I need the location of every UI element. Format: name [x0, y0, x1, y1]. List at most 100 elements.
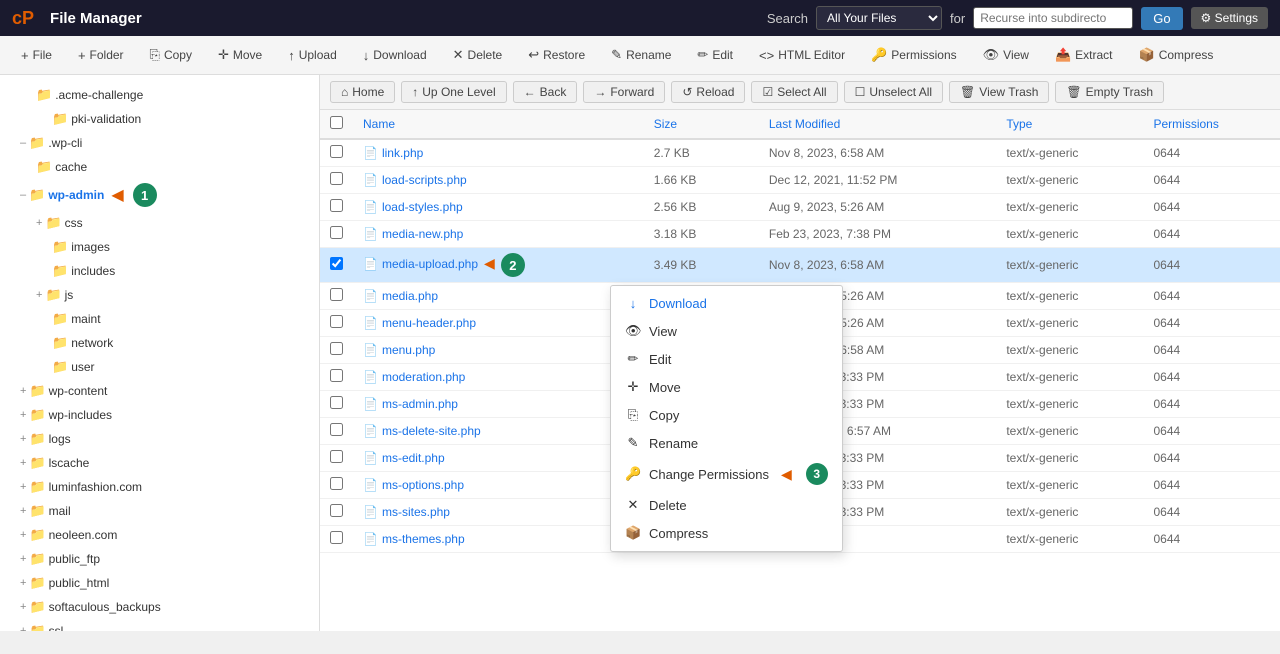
sidebar-item-wp-content[interactable]: + 📁 wp-content	[0, 379, 319, 403]
go-button[interactable]: Go	[1141, 7, 1182, 30]
row-checkbox[interactable]	[330, 172, 343, 185]
sidebar-item-css[interactable]: + 📁 css	[0, 211, 319, 235]
row-checkbox[interactable]	[330, 199, 343, 212]
sidebar-item-ssl[interactable]: + 📁 ssl	[0, 619, 319, 631]
copy-button[interactable]: ⎘Copy	[139, 42, 203, 68]
table-row[interactable]: 📄media-upload.php◀23.49 KBNov 8, 2023, 6…	[320, 248, 1280, 283]
sidebar-item-network[interactable]: 📁 network	[0, 331, 319, 355]
file-name[interactable]: ms-delete-site.php	[382, 424, 481, 438]
file-name[interactable]: menu.php	[382, 343, 435, 357]
row-checkbox[interactable]	[330, 257, 343, 270]
row-checkbox[interactable]	[330, 226, 343, 239]
sidebar-item-images[interactable]: 📁 images	[0, 235, 319, 259]
file-name[interactable]: load-styles.php	[382, 200, 463, 214]
compress-button[interactable]: 📦Compress	[1128, 42, 1225, 68]
edit-button[interactable]: ✏Edit	[686, 42, 744, 68]
reload-button[interactable]: ↺ Reload	[671, 81, 745, 103]
unselect-all-button[interactable]: ☐ Unselect All	[844, 81, 943, 103]
file-name[interactable]: menu-header.php	[382, 316, 476, 330]
cm-copy-item[interactable]: ⎘ Copy	[611, 401, 842, 429]
file-name[interactable]: link.php	[382, 146, 423, 160]
row-checkbox[interactable]	[330, 396, 343, 409]
sidebar-item-mail[interactable]: + 📁 mail	[0, 499, 319, 523]
table-row[interactable]: 📄link.php2.7 KBNov 8, 2023, 6:58 AMtext/…	[320, 139, 1280, 167]
col-perms-header[interactable]: Permissions	[1143, 110, 1280, 139]
cm-view-item[interactable]: 👁 View	[611, 317, 842, 345]
html-editor-button[interactable]: <>HTML Editor	[748, 43, 856, 68]
sidebar-item-acme-challenge[interactable]: 📁 .acme-challenge	[0, 83, 319, 107]
file-name[interactable]: ms-themes.php	[382, 532, 465, 546]
sidebar-item-public-html[interactable]: + 📁 public_html	[0, 571, 319, 595]
table-row[interactable]: 📄media-new.php3.18 KBFeb 23, 2023, 7:38 …	[320, 221, 1280, 248]
row-checkbox[interactable]	[330, 450, 343, 463]
home-button[interactable]: ⌂ Home	[330, 81, 395, 103]
view-button[interactable]: 👁View	[972, 42, 1040, 68]
row-checkbox[interactable]	[330, 288, 343, 301]
forward-button[interactable]: → Forward	[583, 81, 665, 103]
cm-change-permissions-item[interactable]: 🔑 Change Permissions ◀ 3	[611, 457, 842, 491]
back-button[interactable]: ← Back	[513, 81, 578, 103]
sidebar-item-cache[interactable]: 📁 cache	[0, 155, 319, 179]
sidebar-item-lscache[interactable]: + 📁 lscache	[0, 451, 319, 475]
sidebar-item-logs[interactable]: + 📁 logs	[0, 427, 319, 451]
new-folder-button[interactable]: +Folder	[67, 43, 135, 68]
file-name[interactable]: moderation.php	[382, 370, 465, 384]
sidebar-item-wp-cli[interactable]: – 📁 .wp-cli	[0, 131, 319, 155]
sidebar-item-neoleen[interactable]: + 📁 neoleen.com	[0, 523, 319, 547]
select-all-button[interactable]: ☑ Select All	[751, 81, 837, 103]
row-checkbox[interactable]	[330, 369, 343, 382]
row-checkbox[interactable]	[330, 145, 343, 158]
settings-button[interactable]: ⚙ Settings	[1191, 7, 1268, 29]
sidebar-item-softaculous-backups[interactable]: + 📁 softaculous_backups	[0, 595, 319, 619]
sidebar-item-luminfashion[interactable]: + 📁 luminfashion.com	[0, 475, 319, 499]
sidebar-item-js[interactable]: + 📁 js	[0, 283, 319, 307]
search-scope-select[interactable]: All Your Files Current Directory File Na…	[816, 6, 942, 30]
sidebar-item-maint[interactable]: 📁 maint	[0, 307, 319, 331]
view-trash-button[interactable]: 🗑 View Trash	[949, 81, 1049, 103]
row-checkbox[interactable]	[330, 504, 343, 517]
new-file-button[interactable]: +File	[10, 43, 63, 68]
sidebar-item-wp-includes[interactable]: + 📁 wp-includes	[0, 403, 319, 427]
cm-rename-item[interactable]: ✎ Rename	[611, 429, 842, 457]
sidebar-item-wp-admin[interactable]: – 📁 wp-admin ◀ 1	[0, 179, 319, 211]
table-row[interactable]: 📄load-scripts.php1.66 KBDec 12, 2021, 11…	[320, 167, 1280, 194]
move-button[interactable]: ✛Move	[207, 42, 273, 68]
cm-compress-item[interactable]: 📦 Compress	[611, 519, 842, 547]
rename-button[interactable]: ✎Rename	[600, 42, 682, 68]
cm-delete-item[interactable]: ✕ Delete	[611, 491, 842, 519]
cm-edit-item[interactable]: ✏ Edit	[611, 345, 842, 373]
col-modified-header[interactable]: Last Modified	[759, 110, 996, 139]
cm-download-item[interactable]: ↓ Download	[611, 290, 842, 317]
sidebar-item-public-ftp[interactable]: + 📁 public_ftp	[0, 547, 319, 571]
col-name-header[interactable]: Name	[353, 110, 644, 139]
permissions-button[interactable]: 🔑Permissions	[860, 42, 968, 68]
extract-button[interactable]: 📤Extract	[1044, 42, 1124, 68]
file-name[interactable]: media-upload.php	[382, 257, 478, 271]
restore-button[interactable]: ↩Restore	[517, 42, 596, 68]
up-one-level-button[interactable]: ↑ Up One Level	[401, 81, 506, 103]
sidebar-item-user[interactable]: 📁 user	[0, 355, 319, 379]
sidebar-item-includes[interactable]: 📁 includes	[0, 259, 319, 283]
file-name[interactable]: media.php	[382, 289, 438, 303]
row-checkbox[interactable]	[330, 315, 343, 328]
file-name[interactable]: ms-options.php	[382, 478, 464, 492]
download-button[interactable]: ↓Download	[352, 43, 438, 68]
sidebar-item-pki-validation[interactable]: 📁 pki-validation	[0, 107, 319, 131]
upload-button[interactable]: ↑Upload	[277, 43, 348, 68]
file-name[interactable]: ms-admin.php	[382, 397, 458, 411]
col-type-header[interactable]: Type	[996, 110, 1143, 139]
cm-move-item[interactable]: ✛ Move	[611, 373, 842, 401]
row-checkbox[interactable]	[330, 477, 343, 490]
col-checkbox[interactable]	[320, 110, 353, 139]
file-name[interactable]: media-new.php	[382, 227, 463, 241]
row-checkbox[interactable]	[330, 423, 343, 436]
file-name[interactable]: load-scripts.php	[382, 173, 467, 187]
file-name[interactable]: ms-sites.php	[382, 505, 450, 519]
col-size-header[interactable]: Size	[644, 110, 759, 139]
table-row[interactable]: 📄load-styles.php2.56 KBAug 9, 2023, 5:26…	[320, 194, 1280, 221]
search-input[interactable]	[973, 7, 1133, 29]
empty-trash-button[interactable]: 🗑 Empty Trash	[1055, 81, 1164, 103]
row-checkbox[interactable]	[330, 531, 343, 544]
row-checkbox[interactable]	[330, 342, 343, 355]
file-name[interactable]: ms-edit.php	[382, 451, 445, 465]
